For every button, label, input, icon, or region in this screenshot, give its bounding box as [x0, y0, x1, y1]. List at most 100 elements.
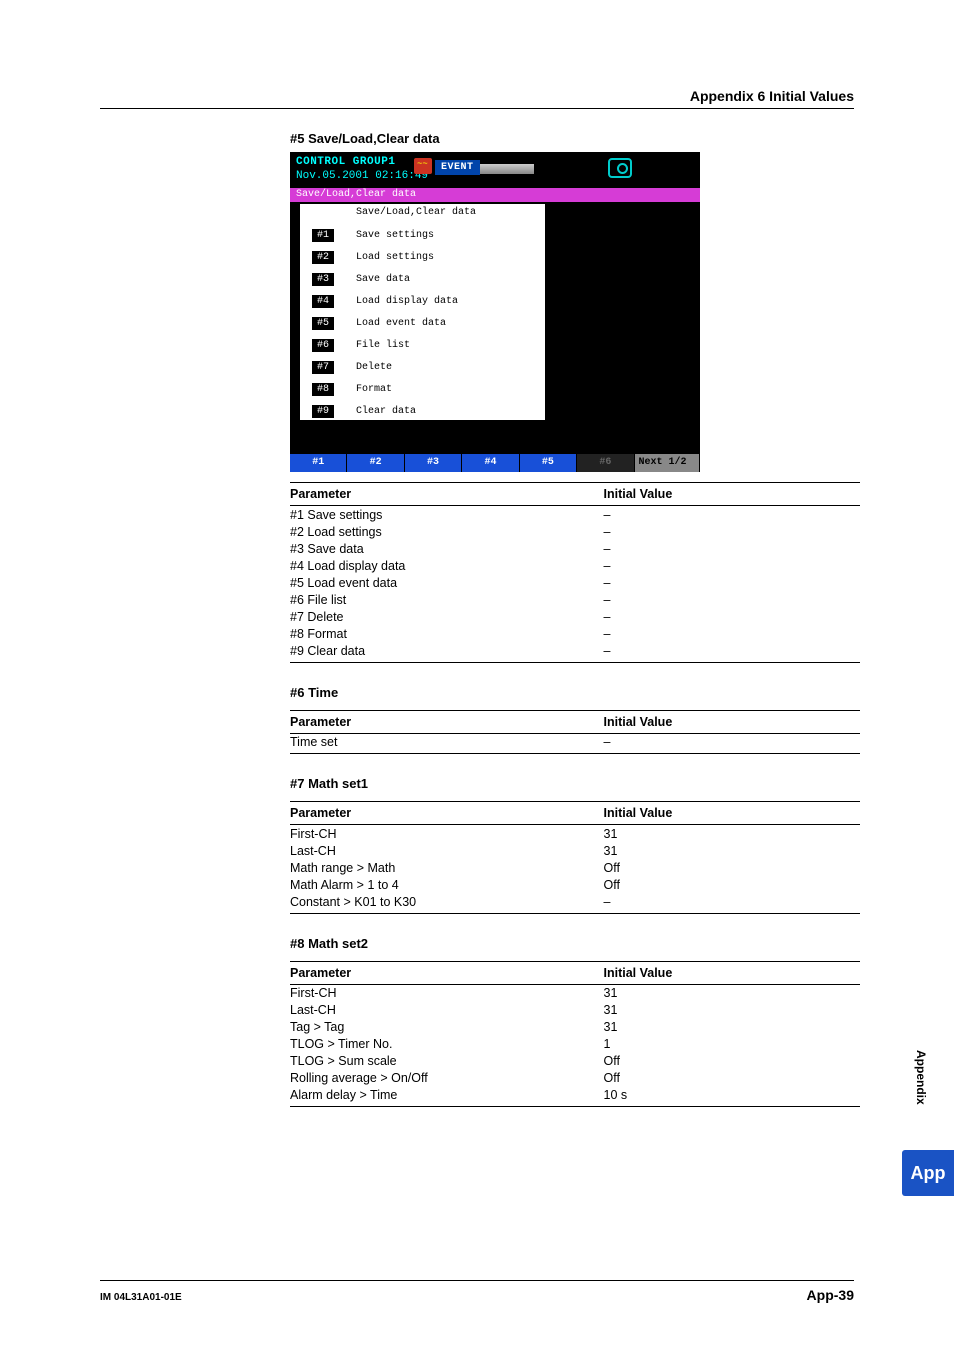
parameter-table: Parameter Initial Value First-CH 31 Last…	[290, 961, 860, 1108]
value-cell: 10 s	[604, 1087, 861, 1107]
softkey-3[interactable]: #3	[405, 454, 462, 472]
param-cell: #9 Clear data	[290, 642, 604, 662]
col-parameter: Parameter	[290, 802, 604, 825]
menu-item[interactable]: #1 Save settings	[312, 224, 458, 246]
value-cell: 31	[604, 825, 861, 843]
param-cell: #3 Save data	[290, 540, 604, 557]
timestamp: Nov.05.2001 02:16:49	[296, 170, 428, 182]
parameter-table: Parameter Initial Value First-CH 31 Last…	[290, 801, 860, 914]
value-cell: –	[604, 506, 861, 524]
side-tab: App	[902, 1150, 954, 1196]
menu-list: #1 Save settings #2 Load settings #3 Sav…	[312, 224, 458, 422]
softkey-6[interactable]: #6	[577, 454, 634, 472]
menu-item[interactable]: #8 Format	[312, 378, 458, 400]
panel-title: Save/Load,Clear data	[356, 207, 476, 218]
value-cell: 31	[604, 1002, 861, 1019]
col-initial-value: Initial Value	[604, 483, 861, 506]
menu-item[interactable]: #6 File list	[312, 334, 458, 356]
table-row: #4 Load display data –	[290, 557, 860, 574]
menu-item-number: #9	[312, 405, 334, 418]
col-initial-value: Initial Value	[604, 802, 861, 825]
menu-item-label: Format	[356, 384, 392, 395]
softkey-5[interactable]: #5	[520, 454, 577, 472]
param-cell: #8 Format	[290, 625, 604, 642]
table-row: Last-CH 31	[290, 1002, 860, 1019]
param-cell: Last-CH	[290, 1002, 604, 1019]
softkey-bar: #1#2#3#4#5#6Next 1/2	[290, 454, 700, 472]
section-title: #7 Math set1	[290, 776, 860, 791]
param-cell: TLOG > Sum scale	[290, 1053, 604, 1070]
table-row: Last-CH 31	[290, 842, 860, 859]
value-cell: –	[604, 642, 861, 662]
table-header: Parameter Initial Value	[290, 961, 860, 984]
value-cell: Off	[604, 1070, 861, 1087]
screenshot: CONTROL GROUP1 Nov.05.2001 02:16:49 EVEN…	[290, 152, 700, 472]
menu-item[interactable]: #7 Delete	[312, 356, 458, 378]
section-title: #6 Time	[290, 685, 860, 700]
col-initial-value: Initial Value	[604, 961, 861, 984]
col-parameter: Parameter	[290, 710, 604, 733]
value-cell: 1	[604, 1036, 861, 1053]
table-row: Constant > K01 to K30 –	[290, 893, 860, 913]
table-row: #6 File list –	[290, 591, 860, 608]
parameter-table: Parameter Initial Value Time set –	[290, 710, 860, 755]
menu-item[interactable]: #5 Load event data	[312, 312, 458, 334]
menu-item[interactable]: #9 Clear data	[312, 400, 458, 422]
value-cell: –	[604, 574, 861, 591]
softkey-2[interactable]: #2	[347, 454, 404, 472]
menu-item-label: Clear data	[356, 406, 416, 417]
doc-number: IM 04L31A01-01E	[100, 1292, 182, 1303]
menu-item-number: #7	[312, 361, 334, 374]
menu-item[interactable]: #2 Load settings	[312, 246, 458, 268]
table-row: First-CH 31	[290, 984, 860, 1002]
side-label: Appendix	[914, 1050, 928, 1105]
menu-item-number: #3	[312, 273, 334, 286]
value-cell: –	[604, 893, 861, 913]
table-row: Time set –	[290, 733, 860, 754]
param-cell: Alarm delay > Time	[290, 1087, 604, 1107]
value-cell: –	[604, 733, 861, 754]
col-initial-value: Initial Value	[604, 710, 861, 733]
table-row: #8 Format –	[290, 625, 860, 642]
event-label: EVENT	[435, 160, 480, 175]
menu-item-label: Load event data	[356, 318, 446, 329]
section-title: #8 Math set2	[290, 936, 860, 951]
param-cell: Rolling average > On/Off	[290, 1070, 604, 1087]
header-section-title: Appendix 6 Initial Values	[100, 88, 854, 109]
table-row: #3 Save data –	[290, 540, 860, 557]
softkey-1[interactable]: #1	[290, 454, 347, 472]
table-row: #7 Delete –	[290, 608, 860, 625]
param-cell: #2 Load settings	[290, 523, 604, 540]
menu-item-number: #5	[312, 317, 334, 330]
menu-item[interactable]: #3 Save data	[312, 268, 458, 290]
softkey-7[interactable]: Next 1/2	[635, 454, 700, 472]
param-cell: #6 File list	[290, 591, 604, 608]
table-header: Parameter Initial Value	[290, 483, 860, 506]
col-parameter: Parameter	[290, 483, 604, 506]
table-row: #2 Load settings –	[290, 523, 860, 540]
value-cell: Off	[604, 1053, 861, 1070]
table-row: Tag > Tag 31	[290, 1019, 860, 1036]
param-cell: #1 Save settings	[290, 506, 604, 524]
menu-item-label: Delete	[356, 362, 392, 373]
content: #5 Save/Load,Clear data CONTROL GROUP1 N…	[290, 131, 860, 1107]
param-cell: TLOG > Timer No.	[290, 1036, 604, 1053]
value-cell: –	[604, 608, 861, 625]
param-cell: Last-CH	[290, 842, 604, 859]
value-cell: –	[604, 591, 861, 608]
softkey-4[interactable]: #4	[462, 454, 519, 472]
param-cell: Constant > K01 to K30	[290, 893, 604, 913]
menu-item-number: #2	[312, 251, 334, 264]
menu-item[interactable]: #4 Load display data	[312, 290, 458, 312]
table-row: #5 Load event data –	[290, 574, 860, 591]
menu-item-label: Save settings	[356, 230, 434, 241]
page-number: App-39	[807, 1287, 854, 1303]
menu-item-number: #6	[312, 339, 334, 352]
table-row: Alarm delay > Time 10 s	[290, 1087, 860, 1107]
value-cell: –	[604, 557, 861, 574]
param-cell: Time set	[290, 733, 604, 754]
param-cell: #4 Load display data	[290, 557, 604, 574]
value-cell: Off	[604, 859, 861, 876]
event-progress-bar	[480, 164, 534, 174]
menu-item-number: #4	[312, 295, 334, 308]
